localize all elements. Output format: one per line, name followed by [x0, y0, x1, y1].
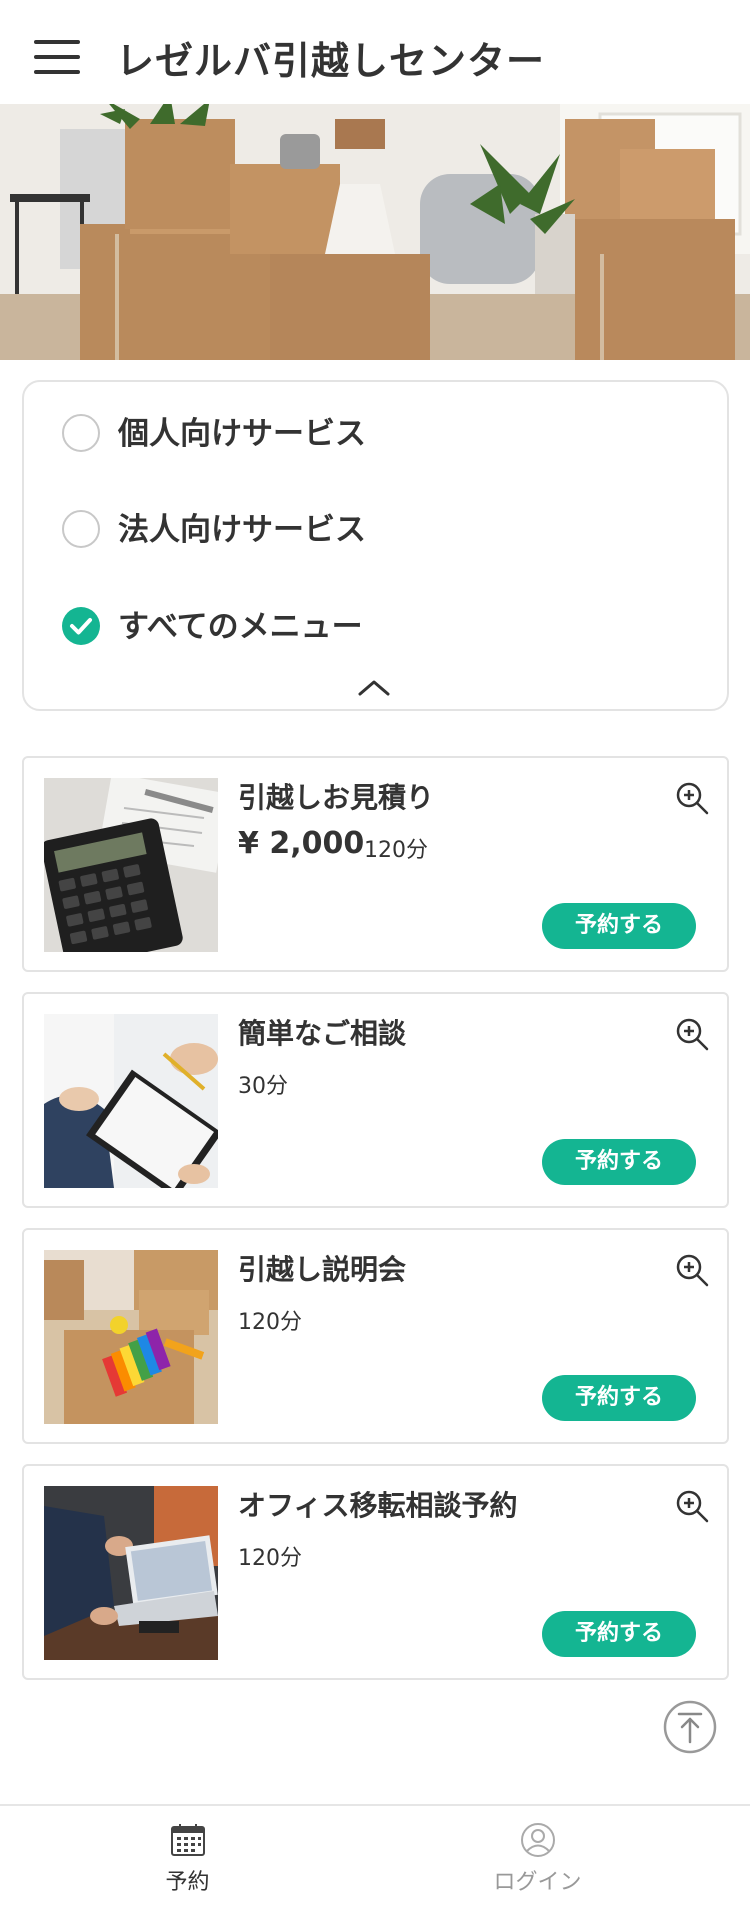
service-price: ¥ 2,000	[238, 826, 365, 861]
boxes-color-swatch-photo	[44, 1250, 218, 1424]
zoom-in-icon[interactable]	[674, 1016, 710, 1052]
service-duration: 120分	[238, 1310, 302, 1335]
consultation-clipboard-photo	[44, 1014, 218, 1188]
service-duration: 120分	[364, 838, 428, 863]
service-duration: 30分	[238, 1074, 288, 1099]
service-card-consultation[interactable]: 簡単なご相談 30分 予約する	[22, 992, 729, 1208]
service-duration: 120分	[238, 1546, 302, 1571]
service-card-estimate[interactable]: 引越しお見積り ¥ 2,000 120分 予約する	[22, 756, 729, 972]
service-title: オフィス移転相談予約	[238, 1489, 518, 1522]
zoom-in-icon[interactable]	[674, 1488, 710, 1524]
reserve-button[interactable]: 予約する	[542, 1139, 696, 1185]
chevron-up-icon[interactable]	[354, 672, 394, 702]
hamburger-menu-icon[interactable]	[34, 40, 80, 74]
reserve-button[interactable]: 予約する	[542, 1611, 696, 1657]
app-title: レゼルバ引越しセンター	[116, 39, 546, 83]
filter-label: すべてのメニュー	[118, 609, 363, 645]
nav-item-login[interactable]: ログイン	[350, 1806, 725, 1909]
filter-label: 個人向けサービス	[118, 416, 366, 452]
filter-option-all[interactable]: すべてのメニュー	[62, 605, 462, 649]
calculator-photo	[44, 778, 218, 952]
calendar-icon	[169, 1822, 207, 1858]
service-title: 簡単なご相談	[238, 1017, 407, 1050]
app-header: レゼルバ引越しセンター	[0, 0, 750, 104]
scroll-to-top-icon[interactable]	[663, 1700, 717, 1754]
radio-unchecked-icon[interactable]	[62, 510, 100, 548]
office-laptop-meeting-photo	[44, 1486, 218, 1660]
filter-option-corporate[interactable]: 法人向けサービス	[62, 508, 462, 552]
zoom-in-icon[interactable]	[674, 1252, 710, 1288]
filter-label: 法人向けサービス	[118, 512, 366, 548]
bottom-navigation: 予約 ログイン	[0, 1804, 750, 1909]
nav-label: ログイン	[493, 1870, 582, 1895]
user-icon	[519, 1822, 557, 1858]
hero-image	[0, 104, 750, 360]
reserve-button[interactable]: 予約する	[542, 1375, 696, 1421]
service-title: 引越しお見積り	[238, 781, 435, 814]
service-card-briefing[interactable]: 引越し説明会 120分 予約する	[22, 1228, 729, 1444]
zoom-in-icon[interactable]	[674, 780, 710, 816]
service-title: 引越し説明会	[238, 1253, 407, 1286]
filter-option-individual[interactable]: 個人向けサービス	[62, 412, 462, 456]
radio-checked-icon[interactable]	[62, 607, 100, 645]
radio-unchecked-icon[interactable]	[62, 414, 100, 452]
nav-item-reservation[interactable]: 予約	[0, 1806, 375, 1909]
reserve-button[interactable]: 予約する	[542, 903, 696, 949]
menu-filter-card: 個人向けサービス 法人向けサービス すべてのメニュー	[22, 380, 729, 711]
service-card-office-relocation[interactable]: オフィス移転相談予約 120分 予約する	[22, 1464, 729, 1680]
nav-label: 予約	[165, 1870, 210, 1895]
